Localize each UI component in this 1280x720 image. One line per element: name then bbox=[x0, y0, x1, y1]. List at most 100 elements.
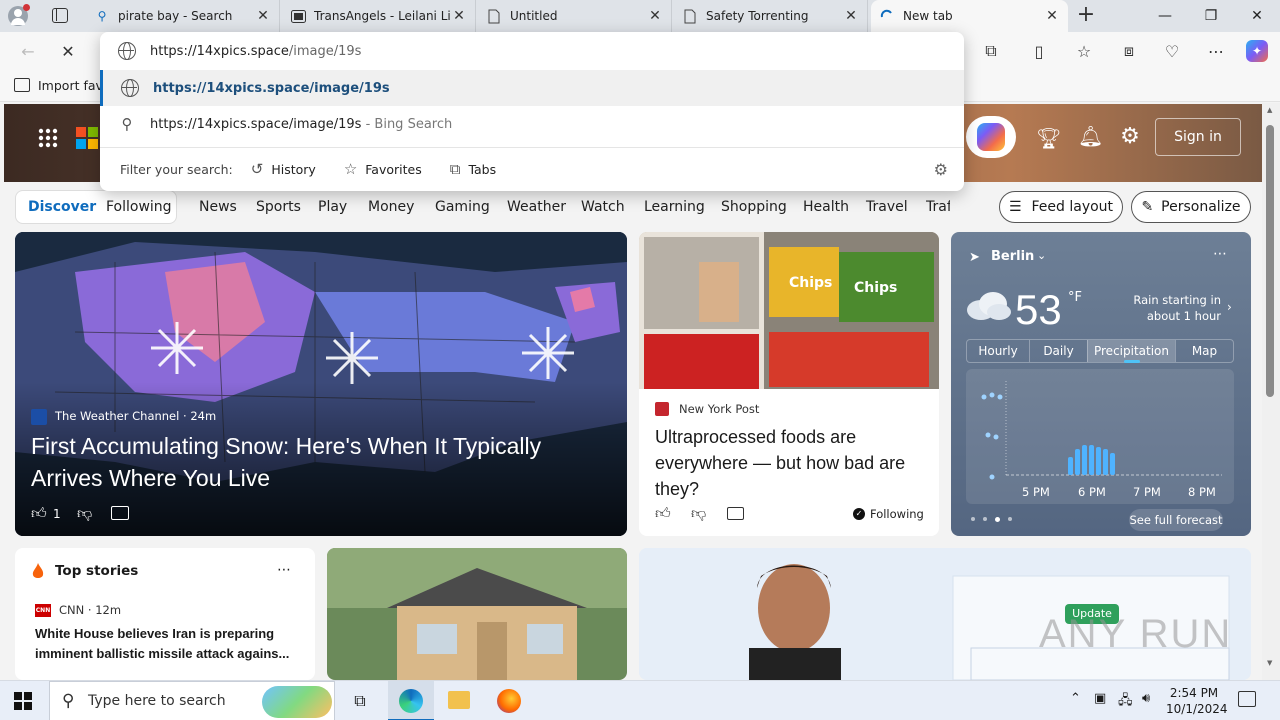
dislike-icon[interactable]: 👎︎ bbox=[77, 504, 92, 523]
task-view-icon[interactable]: ⧉ bbox=[350, 691, 370, 711]
like-icon[interactable]: 👍︎ bbox=[655, 504, 671, 523]
scroll-thumb[interactable] bbox=[1266, 125, 1274, 397]
suggestion-url[interactable]: https://14xpics.space/image/19s bbox=[100, 70, 964, 106]
back-icon[interactable]: ← bbox=[17, 40, 39, 62]
device-icon[interactable]: ▣ bbox=[1094, 691, 1106, 706]
nav-watch[interactable]: Watch bbox=[581, 192, 625, 222]
weather-city[interactable]: Berlin bbox=[991, 249, 1034, 264]
profile-icon[interactable] bbox=[8, 4, 30, 26]
copilot-button[interactable] bbox=[966, 116, 1016, 158]
close-tab-icon[interactable]: ✕ bbox=[1044, 8, 1060, 24]
story-card-food[interactable]: Chips Chips New York Post Ultraprocessed… bbox=[639, 232, 939, 536]
restore-icon[interactable]: ❐ bbox=[1188, 0, 1234, 32]
app-launcher-icon[interactable] bbox=[38, 128, 58, 148]
nav-sports[interactable]: Sports bbox=[256, 192, 301, 222]
address-bar[interactable]: https://14xpics.space/image/19s bbox=[100, 32, 964, 70]
filter-history[interactable]: ↺ History bbox=[251, 160, 316, 178]
rewards-trophy-icon[interactable]: 🏆︎ bbox=[1036, 126, 1061, 150]
food-image: Chips Chips bbox=[639, 232, 939, 389]
temperature-unit[interactable]: °F bbox=[1068, 290, 1082, 305]
network-icon[interactable]: 🖧︎ bbox=[1118, 691, 1133, 713]
nav-discover[interactable]: Discover bbox=[28, 192, 96, 222]
more-options-icon[interactable]: ⋯ bbox=[1213, 246, 1227, 262]
split-screen-icon[interactable]: ▯ bbox=[1028, 40, 1050, 62]
nav-shopping[interactable]: Shopping bbox=[721, 192, 787, 222]
page-scrollbar[interactable]: ▲ ▼ bbox=[1262, 103, 1280, 680]
tab-transangels[interactable]: TransAngels - Leilani Li, E ✕ bbox=[282, 0, 476, 32]
tab-map[interactable]: Map bbox=[1175, 340, 1233, 362]
chevron-up-icon[interactable]: ⌃ bbox=[1070, 691, 1081, 706]
edge-taskbar-button[interactable] bbox=[388, 681, 434, 720]
video-card[interactable]: Update ANY RUN bbox=[639, 548, 1251, 680]
tab-strip: ⚲ pirate bay - Search ✕ TransAngels - Le… bbox=[0, 0, 1280, 32]
settings-more-icon[interactable]: ⋯ bbox=[1205, 40, 1227, 62]
stop-icon[interactable]: ✕ bbox=[57, 40, 79, 62]
close-window-icon[interactable]: ✕ bbox=[1234, 0, 1280, 32]
extensions-icon[interactable]: ⧉ bbox=[980, 40, 1002, 62]
favorites-star-icon[interactable]: ☆ bbox=[1073, 40, 1095, 62]
microsoft-logo[interactable] bbox=[76, 127, 98, 149]
feed-layout-button[interactable]: ☰ Feed layout bbox=[999, 191, 1123, 223]
tab-new-tab[interactable]: New tab ✕ bbox=[871, 0, 1068, 32]
tab-pirate-bay-search[interactable]: ⚲ pirate bay - Search ✕ bbox=[86, 0, 280, 32]
tab-safety-torrenting[interactable]: Safety Torrenting ✕ bbox=[674, 0, 868, 32]
nav-news[interactable]: News bbox=[199, 192, 237, 222]
following-label[interactable]: Following bbox=[870, 507, 924, 521]
more-options-icon[interactable]: ⋯ bbox=[277, 562, 291, 578]
tab-actions-icon[interactable] bbox=[52, 8, 68, 23]
close-tab-icon[interactable]: ✕ bbox=[843, 8, 859, 24]
nav-travel[interactable]: Travel bbox=[866, 192, 908, 222]
carousel-dots[interactable] bbox=[971, 517, 1012, 522]
sign-in-button[interactable]: Sign in bbox=[1155, 118, 1241, 156]
firefox-icon[interactable] bbox=[497, 689, 521, 713]
nav-weather[interactable]: Weather bbox=[507, 192, 566, 222]
tab-precipitation[interactable]: Precipitation bbox=[1087, 340, 1175, 363]
close-tab-icon[interactable]: ✕ bbox=[647, 8, 663, 24]
suggestion-bing-search[interactable]: ⚲ https://14xpics.space/image/19s - Bing… bbox=[100, 106, 964, 142]
nav-gaming[interactable]: Gaming bbox=[435, 192, 490, 222]
close-tab-icon[interactable]: ✕ bbox=[451, 8, 467, 24]
dislike-icon[interactable]: 👎︎ bbox=[691, 504, 706, 523]
filter-tabs[interactable]: ⧉ Tabs bbox=[450, 160, 496, 178]
cabin-story-card[interactable] bbox=[327, 548, 627, 680]
scroll-up-icon[interactable]: ▲ bbox=[1267, 106, 1272, 114]
personalize-button[interactable]: ✎ Personalize bbox=[1131, 191, 1251, 223]
new-tab-icon[interactable]: + bbox=[1074, 4, 1098, 28]
close-tab-icon[interactable]: ✕ bbox=[255, 8, 271, 24]
top-story-headline[interactable]: White House believes Iran is preparing i… bbox=[35, 624, 297, 664]
chevron-right-icon[interactable]: › bbox=[1227, 300, 1232, 314]
nav-following[interactable]: Following bbox=[106, 192, 172, 222]
nav-learning[interactable]: Learning bbox=[644, 192, 705, 222]
minimize-icon[interactable]: — bbox=[1142, 0, 1188, 32]
tab-untitled[interactable]: Untitled ✕ bbox=[478, 0, 672, 32]
tab-hourly[interactable]: Hourly bbox=[967, 340, 1029, 362]
notifications-bell-icon[interactable]: 🔔︎ bbox=[1078, 124, 1103, 148]
settings-gear-icon[interactable]: ⚙ bbox=[934, 160, 948, 179]
browser-essentials-icon[interactable]: ♡ bbox=[1161, 40, 1183, 62]
nav-play[interactable]: Play bbox=[318, 192, 347, 222]
nav-money[interactable]: Money bbox=[368, 192, 414, 222]
scroll-down-icon[interactable]: ▼ bbox=[1267, 659, 1272, 667]
nav-traffic[interactable]: Traf bbox=[926, 192, 950, 222]
settings-gear-icon[interactable]: ⚙ bbox=[1118, 124, 1142, 149]
taskbar-search-box[interactable]: ⚲ Type here to search bbox=[49, 681, 335, 720]
tab-daily[interactable]: Daily bbox=[1029, 340, 1087, 362]
nav-health[interactable]: Health bbox=[803, 192, 849, 222]
story-title[interactable]: Ultraprocessed foods are everywhere — bu… bbox=[655, 424, 925, 502]
comment-icon[interactable] bbox=[111, 506, 129, 520]
see-full-forecast-button[interactable]: See full forecast bbox=[1129, 509, 1223, 531]
chevron-down-icon[interactable]: ⌄ bbox=[1037, 249, 1046, 262]
clock[interactable]: 2:54 PM 10/1/2024 bbox=[1166, 685, 1228, 717]
collections-icon[interactable]: ⧈ bbox=[1118, 40, 1140, 62]
comment-icon[interactable] bbox=[727, 507, 744, 520]
main-story-title[interactable]: First Accumulating Snow: Here's When It … bbox=[31, 430, 611, 494]
volume-icon[interactable]: 🔊︎ bbox=[1142, 691, 1150, 706]
file-explorer-icon[interactable] bbox=[448, 691, 470, 709]
filter-favorites[interactable]: ☆ Favorites bbox=[344, 160, 422, 178]
windows-start-icon[interactable] bbox=[14, 692, 32, 710]
like-icon[interactable]: 👍︎ bbox=[31, 504, 47, 523]
copilot-icon[interactable]: ✦ bbox=[1246, 40, 1268, 62]
notifications-icon[interactable] bbox=[1238, 691, 1256, 707]
main-story-card[interactable]: The Weather Channel · 24m First Accumula… bbox=[15, 232, 627, 536]
weather-card[interactable]: ➤ Berlin ⌄ ⋯ 53 °F Rain starting in abou… bbox=[951, 232, 1251, 536]
